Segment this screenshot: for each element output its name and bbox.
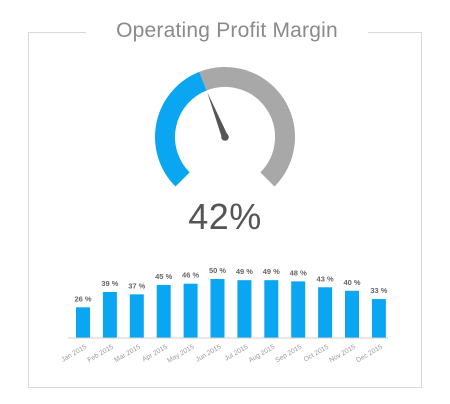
x-tick-label: Oct 2015 xyxy=(303,344,331,364)
bar-data-label: 43 % xyxy=(317,274,334,283)
bar xyxy=(291,281,306,338)
bar-data-label: 48 % xyxy=(290,268,307,277)
bar xyxy=(264,280,279,338)
bar xyxy=(129,294,144,338)
gauge-needle-hub xyxy=(221,133,229,141)
bar xyxy=(183,283,198,338)
x-tick-label: Jul 2015 xyxy=(224,344,250,363)
bar-data-label: 39 % xyxy=(101,279,118,288)
bar xyxy=(371,299,386,338)
bar xyxy=(345,290,359,338)
x-tick-label: Mar 2015 xyxy=(113,344,142,365)
bar-data-label: 40 % xyxy=(343,278,360,287)
gauge-needle xyxy=(207,92,228,139)
bar-data-label: 26 % xyxy=(74,294,91,303)
gauge-chart xyxy=(155,67,295,187)
gauge-value-arc xyxy=(155,71,207,187)
bar xyxy=(237,280,252,338)
bar xyxy=(76,307,90,338)
bar-data-label: 50 % xyxy=(209,266,226,275)
bar-data-label: 46 % xyxy=(182,271,199,280)
bar xyxy=(318,287,333,338)
x-tick-label: Dec 2015 xyxy=(355,344,384,365)
x-tick-label: Jun 2015 xyxy=(195,344,223,364)
title-rule-left xyxy=(28,32,86,33)
x-tick-label: Feb 2015 xyxy=(87,344,116,365)
bar xyxy=(102,291,117,338)
x-tick-label: Nov 2015 xyxy=(328,344,357,365)
monthly-bar-chart: 26 % Jan 2015 39 % Feb 2015 37 % Mar 2015 45 %… xyxy=(60,266,388,365)
x-tick-label: Jan 2015 xyxy=(60,344,88,364)
x-tick-label: May 2015 xyxy=(166,344,196,365)
title-rule-right xyxy=(368,32,422,33)
bar-data-label: 37 % xyxy=(128,281,145,290)
bar xyxy=(156,284,171,338)
bar-data-label: 45 % xyxy=(155,272,172,281)
bar-data-label: 33 % xyxy=(370,286,387,295)
bar-data-label: 49 % xyxy=(236,267,253,276)
gauge-track xyxy=(199,67,295,187)
x-tick-label: Aug 2015 xyxy=(248,344,277,365)
chart-title: Operating Profit Margin xyxy=(116,19,338,42)
kpi-value: 42% xyxy=(188,196,262,237)
bar xyxy=(210,279,225,338)
bar-data-label: 49 % xyxy=(263,267,280,276)
x-tick-label: Sep 2015 xyxy=(274,344,303,365)
x-tick-label: Apr 2015 xyxy=(141,344,169,364)
